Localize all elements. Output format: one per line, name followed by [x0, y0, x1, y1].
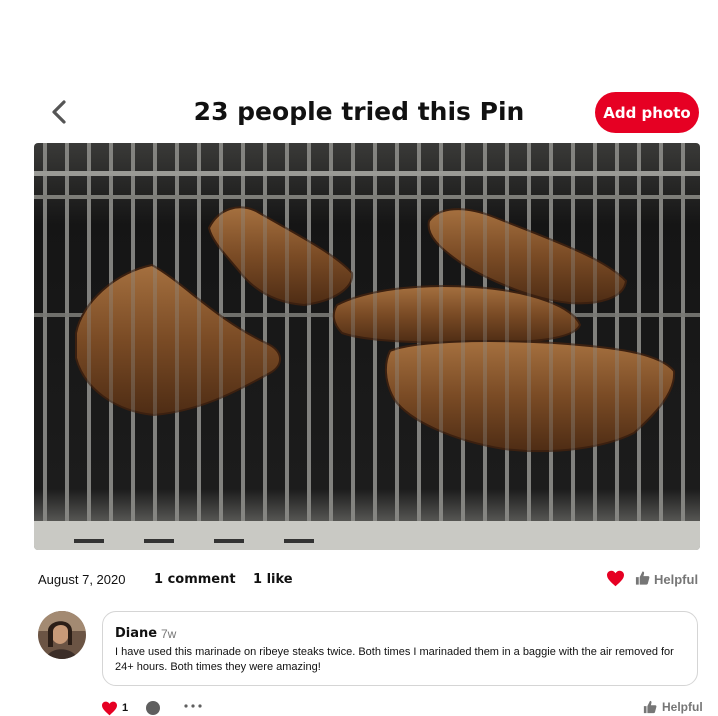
tried-pin-photo[interactable] — [34, 143, 700, 550]
comment-thumbs-up-icon[interactable] — [643, 700, 657, 714]
more-dots-icon[interactable] — [184, 704, 202, 708]
reply-icon[interactable] — [145, 700, 161, 716]
helpful-button[interactable]: Helpful — [654, 572, 698, 587]
comment-heart-icon[interactable] — [101, 701, 118, 716]
comment-helpful-button[interactable]: Helpful — [662, 700, 703, 714]
comment-time: 7w — [161, 627, 177, 641]
comment-count[interactable]: 1 comment — [154, 572, 236, 587]
thumbs-up-icon[interactable] — [635, 570, 650, 586]
comment-like-count: 1 — [122, 702, 129, 714]
add-photo-button[interactable]: Add photo — [595, 92, 699, 133]
heart-icon[interactable] — [606, 570, 625, 587]
comment-author[interactable]: Diane — [115, 626, 157, 641]
avatar[interactable] — [38, 611, 86, 659]
like-count[interactable]: 1 like — [253, 572, 293, 587]
tried-date: August 7, 2020 — [38, 572, 126, 587]
comment-text: I have used this marinade on ribeye stea… — [115, 646, 674, 673]
